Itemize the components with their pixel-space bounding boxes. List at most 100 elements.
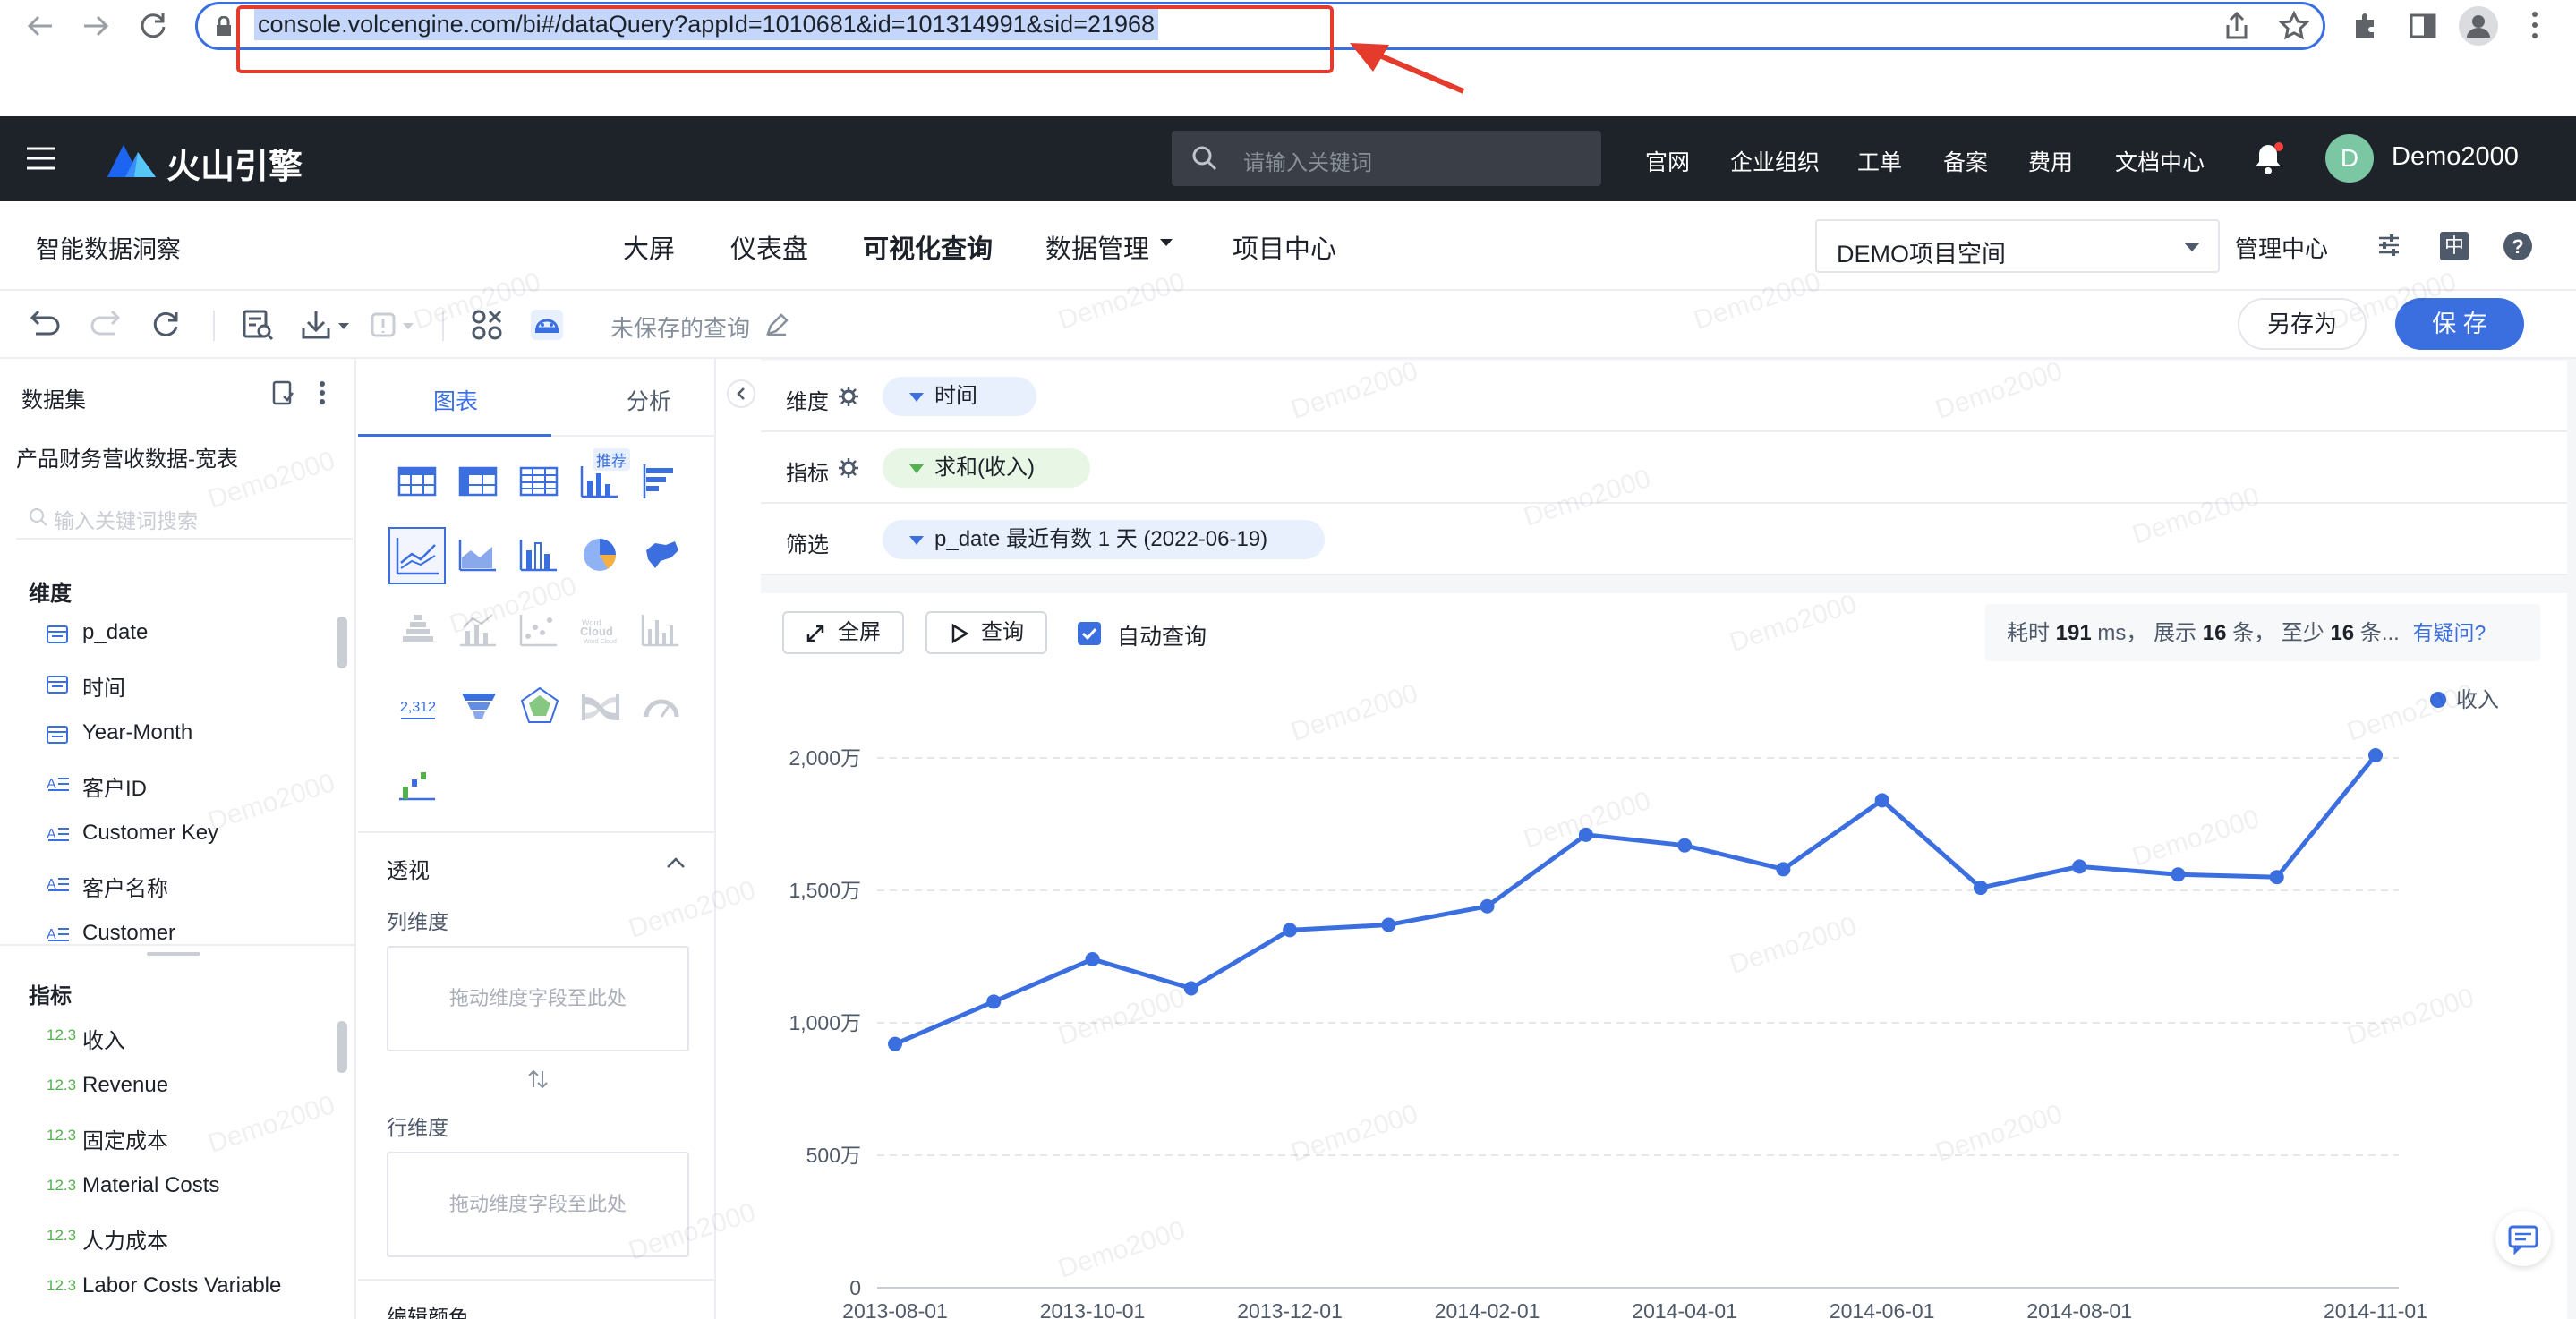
map-chart-icon[interactable] [637, 531, 686, 579]
metric-field[interactable]: 12.3 Revenue [0, 1060, 322, 1111]
tab-data-management[interactable]: 数据管理 [1045, 228, 1149, 266]
panel-splitter-handle[interactable] [147, 952, 200, 956]
nav-link-billing[interactable]: 费用 [2028, 145, 2073, 177]
collapse-panel-icon[interactable] [727, 379, 755, 408]
row-dimension-dropzone[interactable]: 拖动维度字段至此处 [387, 1152, 689, 1257]
filter-pill[interactable]: p_date 最近有数 1 天 (2022-06-19) [883, 520, 1325, 559]
dataset-switch-icon[interactable] [270, 380, 295, 405]
data-point[interactable] [2171, 867, 2186, 882]
global-search-input[interactable]: 请输入关键词 [1172, 131, 1601, 186]
data-point[interactable] [2269, 870, 2284, 885]
data-point[interactable] [1085, 951, 1100, 966]
help-icon[interactable]: ? [2503, 231, 2533, 261]
lock-icon[interactable] [215, 16, 233, 38]
color-section-title[interactable]: 编辑颜色 [387, 1300, 469, 1319]
dimension-pill[interactable]: 时间 [883, 377, 1036, 416]
feedback-chat-icon[interactable] [2495, 1211, 2551, 1266]
tab-visual-query[interactable]: 可视化查询 [863, 228, 993, 266]
field-search-input[interactable]: 输入关键词搜索 [16, 493, 353, 540]
column-dimension-dropzone[interactable]: 拖动维度字段至此处 [387, 946, 689, 1051]
dimension-field[interactable]: 时间 [0, 658, 322, 708]
nav-link-official[interactable]: 官网 [1645, 145, 1690, 177]
data-point[interactable] [1480, 898, 1495, 914]
sankey-chart-icon[interactable] [576, 683, 625, 731]
funnel-chart-icon[interactable] [455, 683, 503, 731]
metric-field[interactable]: 12.3 Labor Costs Variable [0, 1261, 322, 1311]
data-point[interactable] [1973, 881, 1988, 896]
tab-project-center[interactable]: 项目中心 [1233, 228, 1336, 266]
data-point[interactable] [1578, 827, 1593, 842]
radar-chart-icon[interactable] [516, 683, 564, 731]
share-icon[interactable] [2223, 11, 2250, 41]
line-chart-icon[interactable] [388, 527, 446, 584]
save-as-button[interactable]: 另存为 [2238, 298, 2367, 350]
pyramid-chart-icon[interactable] [394, 606, 442, 654]
collapse-up-icon[interactable] [666, 856, 686, 869]
metric-field[interactable]: 12.3 固定成本 [0, 1111, 322, 1161]
kpi-card-icon[interactable]: 2,312 [394, 683, 442, 731]
shelf-settings-icon[interactable] [838, 386, 859, 407]
settings-sliders-icon[interactable] [2377, 234, 2401, 257]
chevron-down-icon[interactable] [1160, 239, 1173, 248]
save-button[interactable]: 保 存 [2395, 298, 2524, 350]
metric-scrollbar[interactable] [337, 1021, 347, 1073]
notification-bell-icon[interactable] [2252, 141, 2284, 175]
data-point[interactable] [1874, 793, 1889, 808]
sql-view-icon[interactable] [242, 309, 274, 341]
dimension-field[interactable]: Year-Month [0, 708, 322, 758]
hamburger-menu-icon[interactable] [25, 145, 57, 172]
area-chart-icon[interactable] [455, 531, 503, 579]
data-point[interactable] [2368, 748, 2383, 763]
dimension-field[interactable]: A 客户名称 [0, 858, 322, 908]
combo-chart-icon[interactable] [455, 606, 503, 654]
dimension-field[interactable]: A Customer Key [0, 808, 322, 858]
nav-link-organization[interactable]: 企业组织 [1730, 145, 1820, 177]
sidepanel-icon[interactable] [2408, 11, 2438, 41]
scatter-chart-icon[interactable] [516, 606, 564, 654]
components-icon[interactable] [471, 309, 503, 341]
data-point[interactable] [1677, 838, 1693, 853]
data-point[interactable] [1776, 862, 1791, 877]
metric-pill[interactable]: 求和(收入) [883, 448, 1090, 488]
browser-menu-icon[interactable] [2529, 9, 2540, 41]
data-point[interactable] [1183, 981, 1198, 996]
tab-chart[interactable]: 图表 [433, 384, 478, 416]
dimension-field[interactable]: p_date [0, 608, 322, 658]
username[interactable]: Demo2000 [2392, 142, 2519, 172]
ai-assistant-icon[interactable] [530, 309, 564, 341]
tab-analysis[interactable]: 分析 [627, 384, 671, 416]
redo-icon[interactable] [90, 309, 122, 339]
metric-field[interactable]: 12.3 收入 [0, 1010, 322, 1060]
histogram-icon[interactable] [637, 606, 686, 654]
admin-center-link[interactable]: 管理中心 [2235, 231, 2328, 264]
download-icon[interactable] [301, 309, 351, 341]
dimension-scrollbar[interactable] [337, 617, 347, 668]
data-point[interactable] [2072, 859, 2087, 874]
table-chart-icon[interactable] [394, 457, 442, 506]
volcengine-logo-icon[interactable] [107, 138, 156, 177]
pie-chart-icon[interactable] [576, 531, 625, 579]
tab-dashboard[interactable]: 仪表盘 [730, 228, 808, 266]
dimension-field[interactable]: A 客户ID [0, 758, 322, 808]
extensions-icon[interactable] [2350, 11, 2381, 41]
edit-pencil-icon[interactable] [764, 312, 789, 337]
avatar[interactable]: D [2325, 134, 2374, 183]
metric-field[interactable]: 12.3 Material Costs [0, 1161, 322, 1211]
data-point[interactable] [888, 1036, 902, 1051]
waterfall-chart-icon[interactable] [394, 760, 442, 808]
project-selector[interactable]: DEMO项目空间 [1815, 219, 2220, 273]
profile-icon[interactable] [2458, 5, 2499, 47]
back-icon[interactable] [25, 13, 55, 39]
reload-icon[interactable] [138, 11, 168, 41]
dimension-field[interactable]: A Customer [0, 908, 322, 942]
gauge-chart-icon[interactable] [637, 683, 686, 731]
more-vertical-icon[interactable] [317, 380, 328, 405]
detail-table-icon[interactable] [516, 457, 564, 506]
word-cloud-icon[interactable]: Word Cloud Word Cloud [576, 606, 625, 654]
forward-icon[interactable] [81, 13, 111, 39]
column-chart-icon[interactable] [516, 531, 564, 579]
metric-field[interactable]: 12.3 人力成本 [0, 1211, 322, 1261]
data-point[interactable] [1283, 923, 1298, 938]
refresh-icon[interactable] [150, 309, 181, 339]
language-switch[interactable]: 中 [2440, 232, 2469, 260]
